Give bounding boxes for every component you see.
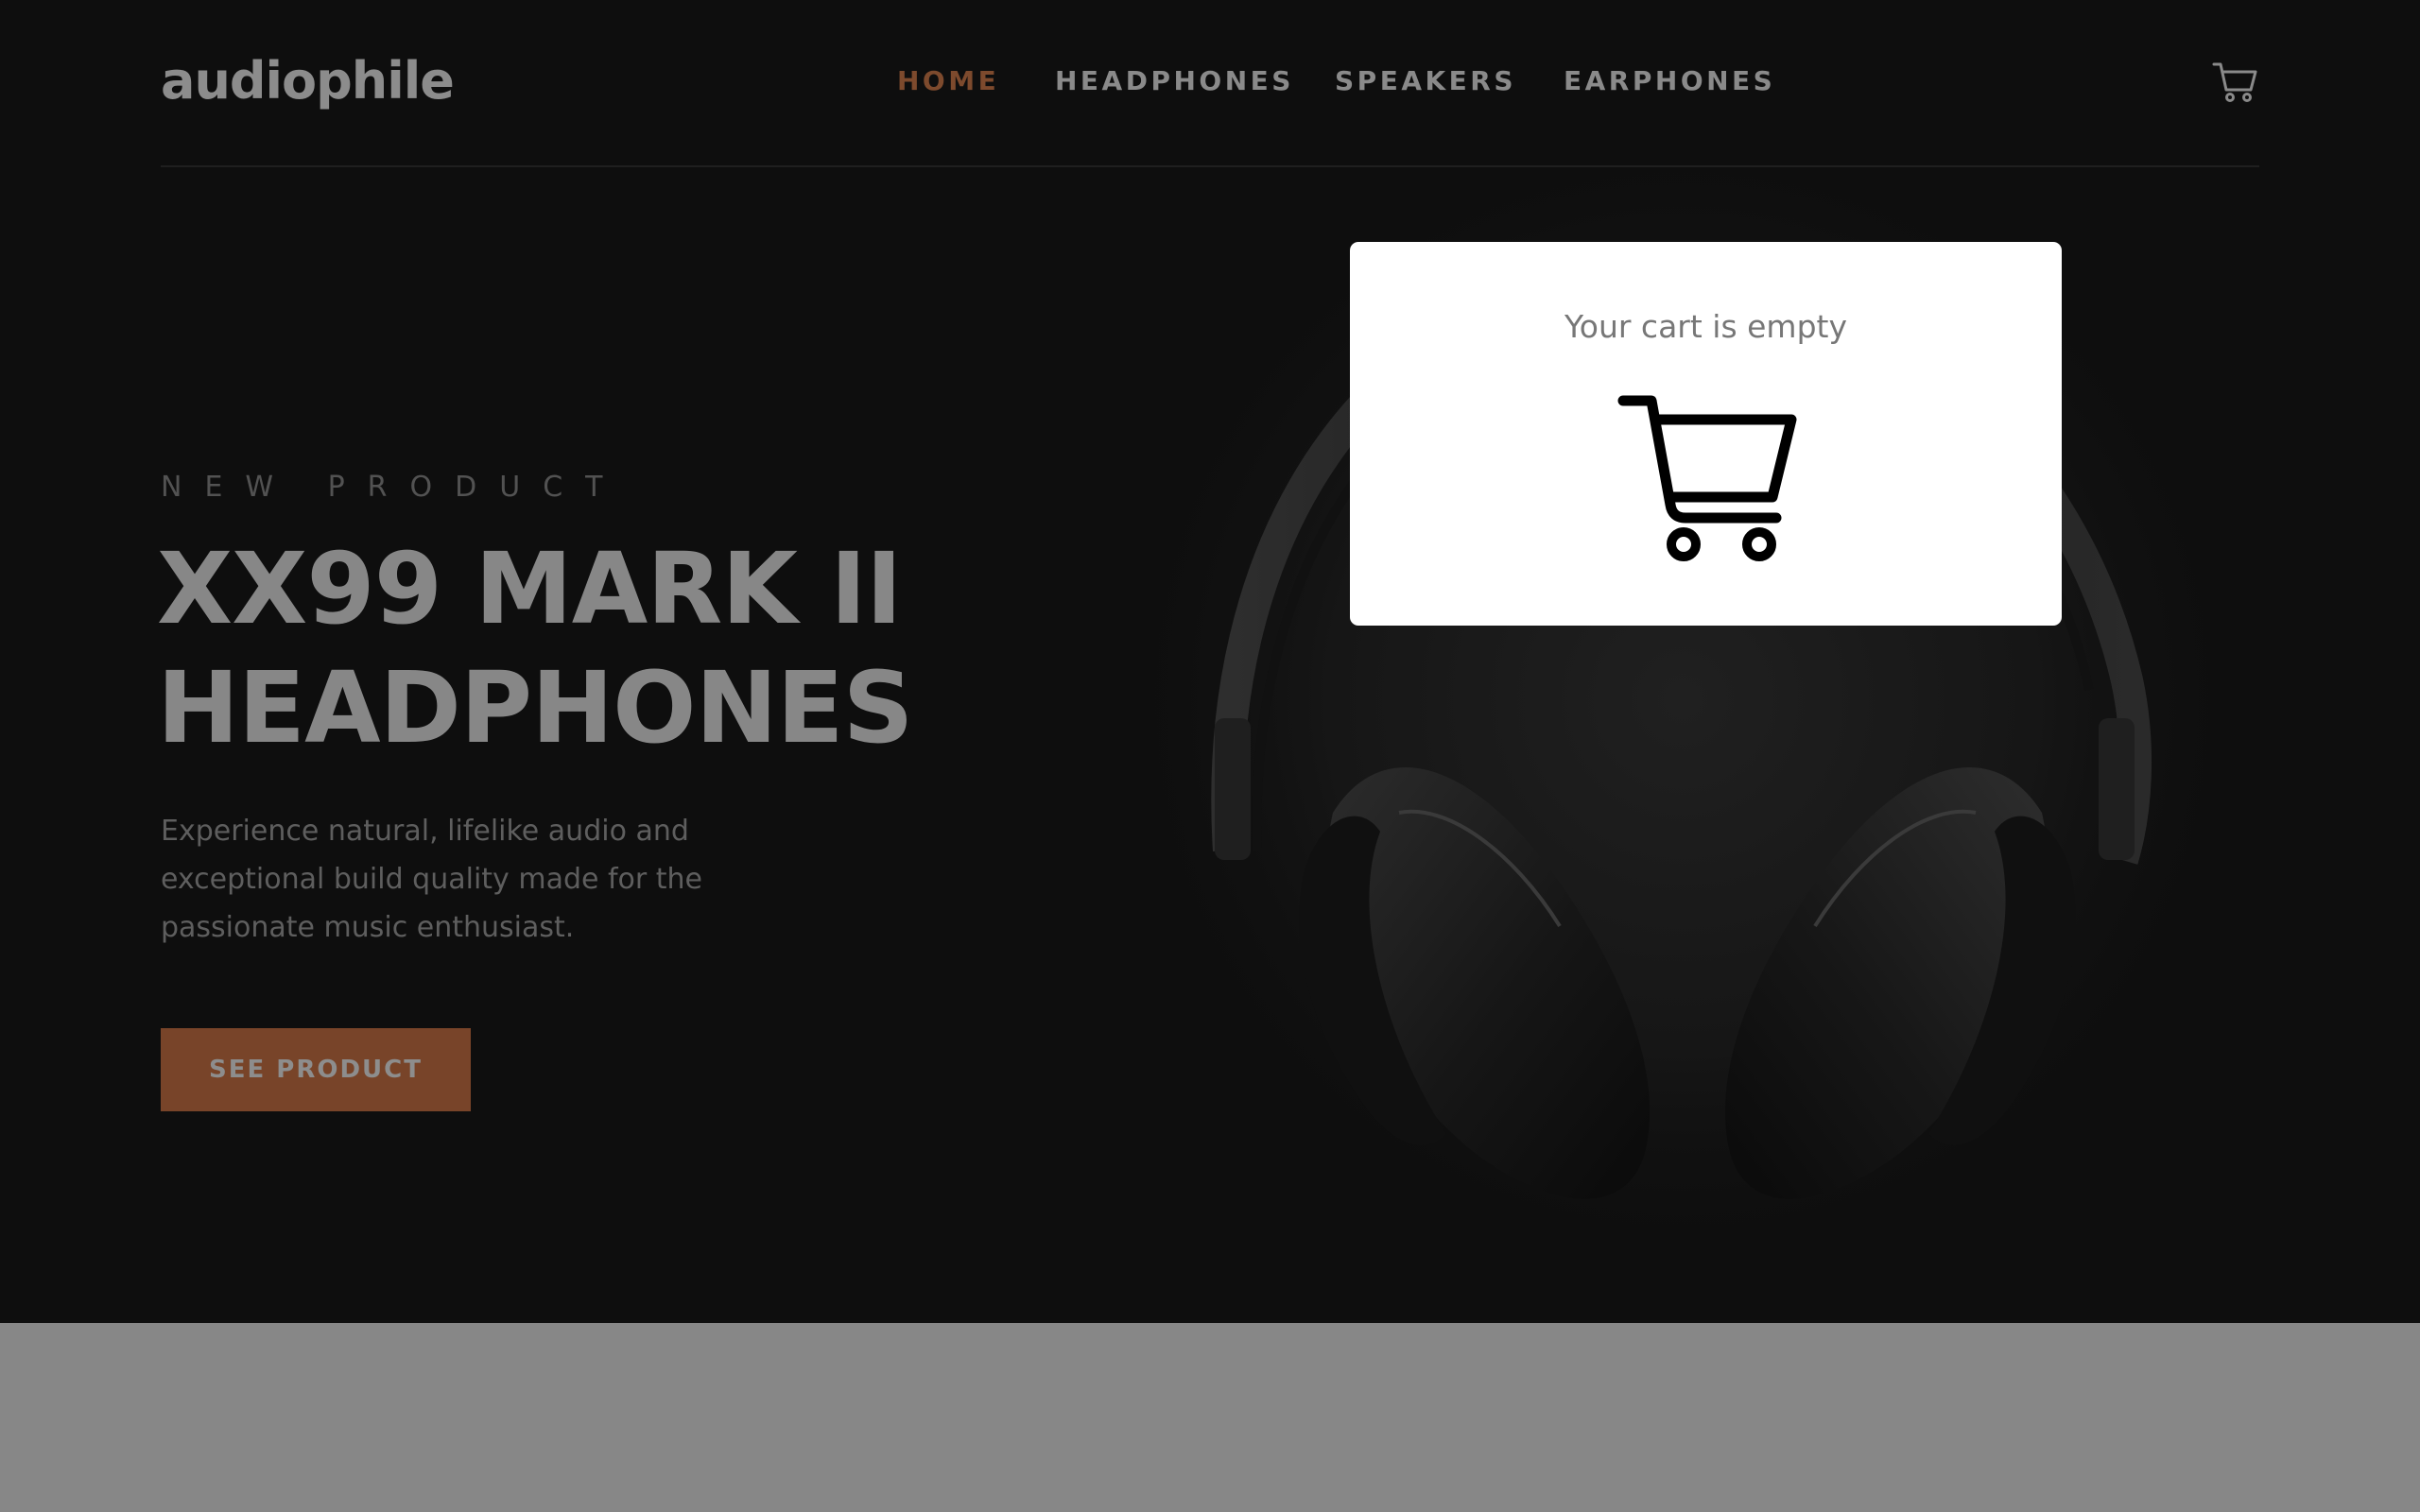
cart-icon: [2212, 62, 2257, 102]
product-title-line1: XX99 MARK II: [157, 531, 903, 646]
new-product-label: NEW PRODUCT: [161, 471, 626, 504]
nav-speakers[interactable]: SPEAKERS: [1335, 62, 1516, 100]
see-product-button[interactable]: SEE PRODUCT: [161, 1028, 471, 1111]
main-nav: HOME HEADPHONES SPEAKERS EARPHONES: [0, 62, 2420, 100]
cart-popup: Your cart is empty: [1350, 242, 2062, 626]
product-title-line2: HEADPHONES: [157, 650, 914, 765]
nav-home[interactable]: HOME: [897, 62, 999, 100]
hero-section: audiophile HOME HEADPHONES SPEAKERS EARP…: [0, 0, 2420, 1323]
product-description: Experience natural, lifelike audio and e…: [161, 815, 703, 944]
header-divider: [161, 165, 2259, 167]
cart-button[interactable]: [2212, 59, 2259, 106]
modal-backdrop[interactable]: [0, 1323, 2420, 1512]
nav-headphones[interactable]: HEADPHONES: [1055, 62, 1294, 100]
cart-empty-message: Your cart is empty: [1564, 308, 1847, 345]
nav-earphones[interactable]: EARPHONES: [1564, 62, 1775, 100]
shopping-cart-icon: [1617, 395, 1797, 561]
product-title: XX99 MARK II HEADPHONES: [157, 529, 1008, 767]
